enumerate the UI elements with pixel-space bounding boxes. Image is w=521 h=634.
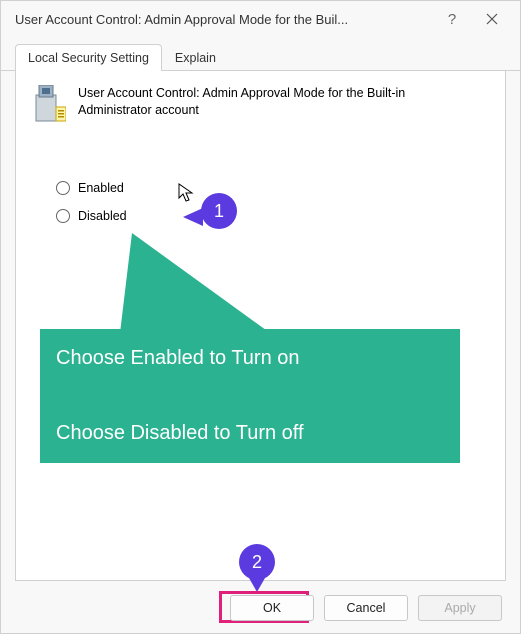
cancel-button-label: Cancel xyxy=(347,601,386,615)
annotation-step-2-number: 2 xyxy=(252,552,262,573)
close-icon xyxy=(486,13,498,25)
apply-button[interactable]: Apply xyxy=(418,595,502,621)
callout-line-1: Choose Enabled to Turn on xyxy=(56,347,444,370)
radio-icon xyxy=(56,181,70,195)
annotation-step-1-number: 1 xyxy=(214,201,224,222)
radio-enabled-label: Enabled xyxy=(78,181,124,195)
annotation-1-tail xyxy=(183,208,203,226)
annotation-callout: Choose Enabled to Turn on Choose Disable… xyxy=(40,329,460,463)
titlebar: User Account Control: Admin Approval Mod… xyxy=(1,1,520,37)
help-button[interactable]: ? xyxy=(432,4,472,34)
ok-button[interactable]: OK xyxy=(230,595,314,621)
annotation-step-1: 1 xyxy=(201,193,237,229)
close-button[interactable] xyxy=(472,4,512,34)
policy-title: User Account Control: Admin Approval Mod… xyxy=(78,85,458,119)
annotation-step-2: 2 xyxy=(239,544,275,580)
radio-disabled-label: Disabled xyxy=(78,209,127,223)
dialog-window: User Account Control: Admin Approval Mod… xyxy=(0,0,521,634)
apply-button-label: Apply xyxy=(444,601,475,615)
radio-group: Enabled Disabled xyxy=(56,174,489,230)
callout-line-2: Choose Disabled to Turn off xyxy=(56,422,444,445)
tab-explain[interactable]: Explain xyxy=(162,44,229,71)
ok-button-label: OK xyxy=(263,601,281,615)
policy-header: User Account Control: Admin Approval Mod… xyxy=(32,85,489,128)
window-title: User Account Control: Admin Approval Mod… xyxy=(15,12,432,27)
radio-enabled[interactable]: Enabled xyxy=(56,174,489,202)
cancel-button[interactable]: Cancel xyxy=(324,595,408,621)
tab-local-security-setting[interactable]: Local Security Setting xyxy=(15,44,162,71)
radio-icon xyxy=(56,209,70,223)
panel-content: User Account Control: Admin Approval Mod… xyxy=(15,71,506,581)
radio-disabled[interactable]: Disabled xyxy=(56,202,489,230)
policy-icon xyxy=(32,85,66,128)
callout-pointer-icon xyxy=(120,233,270,333)
dialog-buttons: OK Cancel Apply xyxy=(1,595,520,621)
tab-bar: Local Security Setting Explain xyxy=(1,37,520,71)
